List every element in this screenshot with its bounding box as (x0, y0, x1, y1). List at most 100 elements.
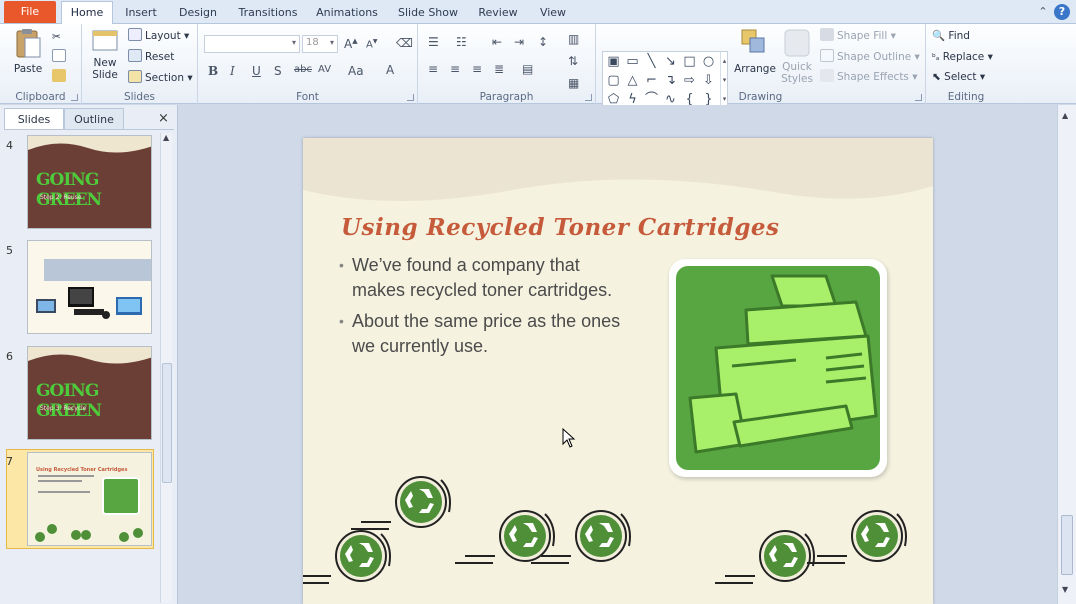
shapes-gallery-scroll[interactable]: ▴ ▾ ▾ (720, 52, 728, 110)
shape-triangle-icon[interactable]: △ (624, 72, 641, 89)
font-size-combo[interactable]: 18 ▾ (302, 35, 338, 53)
section-button[interactable]: Section ▾ (128, 70, 193, 86)
shape-right-arrow-icon[interactable]: ⇨ (681, 72, 698, 89)
shape-connector-icon[interactable]: ↴ (662, 72, 679, 89)
slide-title[interactable]: Using Recycled Toner Cartridges (341, 214, 779, 241)
font-color-icon[interactable]: A (386, 63, 394, 77)
font-name-combo[interactable]: ▾ (204, 35, 300, 53)
paste-button[interactable]: Paste (8, 28, 48, 75)
scroll-up-icon[interactable]: ▲ (1062, 111, 1068, 120)
shape-rounded-rect-icon[interactable]: ▢ (605, 72, 622, 89)
grow-font-icon[interactable]: A▲ (344, 37, 358, 51)
bullets-icon[interactable]: ☰ (428, 35, 439, 49)
clipboard-launcher-icon[interactable] (71, 94, 78, 101)
format-painter-icon (52, 69, 66, 82)
reset-button[interactable]: Reset (128, 49, 174, 65)
tab-design[interactable]: Design (172, 2, 224, 24)
increase-indent-icon[interactable]: ⇥ (514, 35, 524, 49)
shape-effects-button[interactable]: Shape Effects ▾ (820, 69, 918, 85)
replace-icon: ᵇₐ (932, 53, 940, 63)
slide-number: 6 (6, 350, 13, 363)
shape-arrow-line-icon[interactable]: ↘ (662, 53, 679, 70)
pane-scrollbar[interactable]: ▲ (160, 133, 172, 603)
quick-styles-button[interactable]: Quick Styles (778, 28, 816, 85)
justify-icon[interactable]: ≣ (494, 62, 504, 76)
tab-slide-show[interactable]: Slide Show (392, 2, 464, 24)
cut-button[interactable]: ✂ (52, 29, 61, 45)
replace-button[interactable]: ᵇₐ Replace ▾ (932, 49, 993, 65)
copy-button[interactable] (52, 49, 69, 65)
main-scroll-thumb[interactable] (1061, 515, 1073, 575)
align-center-icon[interactable]: ≡ (450, 62, 460, 76)
bullet-item: About the same price as the ones we curr… (339, 309, 629, 359)
tab-review[interactable]: Review (474, 2, 522, 24)
decrease-indent-icon[interactable]: ⇤ (492, 35, 502, 49)
shape-picture-icon[interactable]: ▭ (624, 53, 641, 70)
recycle-icon (806, 510, 907, 564)
shrink-font-icon[interactable]: A▼ (366, 38, 377, 50)
pane-scroll-thumb[interactable] (162, 363, 172, 483)
change-case-icon[interactable]: Aa (348, 64, 364, 78)
shape-textbox-icon[interactable]: ▣ (605, 53, 622, 70)
align-left-icon[interactable]: ≡ (428, 62, 438, 76)
italic-icon[interactable]: I (230, 64, 235, 78)
text-shadow-icon[interactable]: S (274, 64, 282, 78)
slide-thumbnail-6[interactable]: GOING GREEN Step 3: Recycle (27, 346, 152, 440)
numbering-icon[interactable]: ☷ (456, 35, 467, 49)
help-icon[interactable]: ? (1054, 4, 1070, 20)
tab-animations[interactable]: Animations (312, 2, 382, 24)
printer-picture[interactable] (669, 259, 887, 477)
format-painter-button[interactable] (52, 69, 69, 85)
select-button[interactable]: ⬉ Select ▾ (932, 69, 985, 85)
tab-home[interactable]: Home (61, 1, 113, 24)
thumb-banner (44, 259, 151, 281)
slide-thumbnail-7[interactable]: Using Recycled Toner Cartridges (27, 452, 152, 546)
pane-tab-slides[interactable]: Slides (4, 108, 64, 129)
slide-thumbnail-4[interactable]: GOING GREEN Step 2: Reuse (27, 135, 152, 229)
text-direction-icon[interactable]: ⇅ (568, 54, 578, 68)
shape-fill-button[interactable]: Shape Fill ▾ (820, 28, 896, 44)
current-slide[interactable]: Using Recycled Toner Cartridges We’ve fo… (303, 138, 933, 604)
shape-rectangle-icon[interactable]: □ (681, 53, 698, 70)
section-label: Section (145, 72, 185, 84)
font-launcher-icon[interactable] (407, 94, 414, 101)
columns-icon[interactable]: ▥ (568, 32, 579, 46)
shape-down-arrow-icon[interactable]: ⇩ (700, 72, 717, 89)
slide-bullet-list[interactable]: We’ve found a company that makes recycle… (339, 253, 629, 365)
bold-icon[interactable]: B (208, 64, 218, 78)
line-spacing-icon[interactable]: ↕ (538, 35, 548, 49)
align-right-icon[interactable]: ≡ (472, 62, 482, 76)
drawing-launcher-icon[interactable] (915, 94, 922, 101)
quick-styles-label-2: Styles (781, 73, 813, 85)
shape-elbow-icon[interactable]: ⌐ (643, 72, 660, 89)
minimize-ribbon-icon[interactable]: ⌃ (1035, 4, 1051, 20)
tab-transitions[interactable]: Transitions (234, 2, 302, 24)
shape-oval-icon[interactable]: ○ (700, 53, 717, 70)
strikethrough-icon[interactable]: abc (294, 64, 312, 75)
shape-outline-button[interactable]: Shape Outline ▾ (820, 49, 920, 65)
tab-insert[interactable]: Insert (118, 2, 164, 24)
tab-view[interactable]: View (532, 2, 574, 24)
char-spacing-icon[interactable]: AV (318, 64, 331, 75)
slide-thumbnail-5[interactable] (27, 240, 152, 334)
layout-button[interactable]: Layout ▾ (128, 28, 189, 44)
clear-format-icon[interactable]: ⌫ (396, 36, 413, 50)
thumb-line (38, 480, 82, 482)
columns-split-icon[interactable]: ▤ (522, 62, 533, 76)
arrange-button[interactable]: Arrange (734, 28, 776, 75)
pane-scroll-up-icon[interactable]: ▲ (163, 133, 169, 142)
pane-tab-outline[interactable]: Outline (64, 108, 124, 129)
layout-label: Layout (145, 30, 181, 42)
shape-line-icon[interactable]: ╲ (643, 53, 660, 70)
paragraph-launcher-icon[interactable] (585, 94, 592, 101)
underline-icon[interactable]: U (252, 64, 261, 78)
smartart-icon[interactable]: ▦ (568, 76, 579, 90)
shapes-gallery[interactable]: ▣ ▭ ╲ ↘ □ ○ ▢ △ ⌐ ↴ ⇨ ⇩ ⬠ ϟ ⌒ ∿ { } ▴ ▾ ▾ (602, 51, 728, 111)
find-button[interactable]: 🔍 Find (932, 28, 970, 44)
scroll-down-icon[interactable]: ▼ (1062, 585, 1068, 594)
close-icon[interactable]: × (158, 111, 169, 126)
main-scrollbar[interactable]: ▲ ▼ (1057, 105, 1076, 604)
tab-file[interactable]: File (4, 1, 56, 23)
find-icon: 🔍 (932, 30, 946, 42)
new-slide-button[interactable]: New Slide (86, 28, 124, 81)
